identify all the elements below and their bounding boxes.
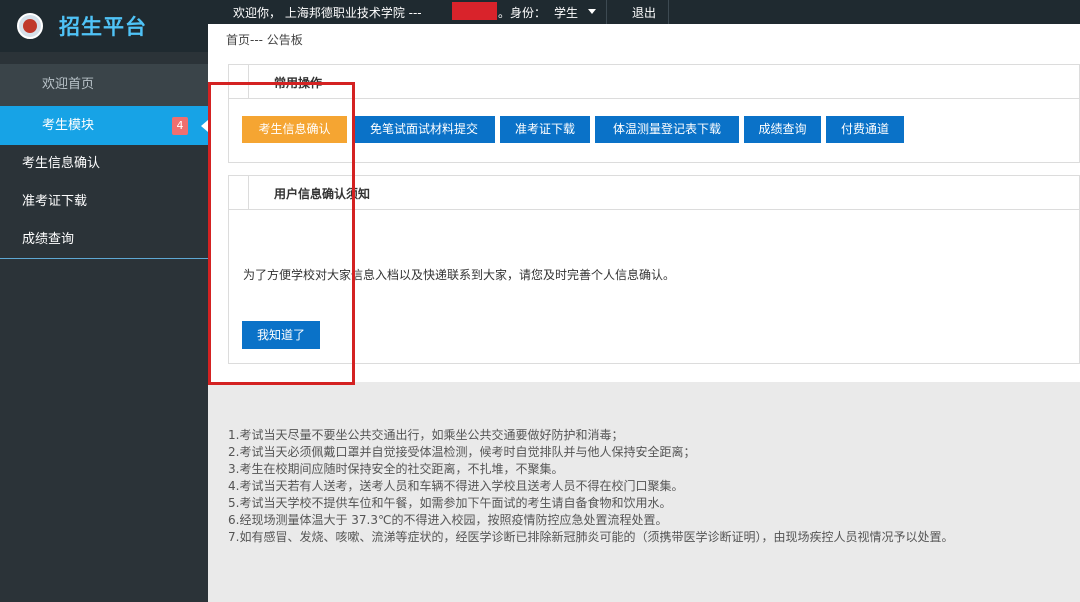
- welcome-suffix: 。: [498, 6, 511, 20]
- sidebar-item-welcome[interactable]: 欢迎首页: [0, 64, 208, 106]
- logout-link[interactable]: 退出: [632, 4, 656, 21]
- sidebar: 招生平台 欢迎首页 考生模块 4 考生信息确认 准考证下载 成绩查询: [0, 0, 208, 602]
- welcome-text: 欢迎你， 上海邦德职业技术学院 ---: [233, 6, 422, 20]
- caret-down-icon[interactable]: [588, 9, 596, 14]
- payment-button[interactable]: 付费通道: [826, 116, 904, 143]
- redacted-name: [452, 2, 497, 20]
- admission-ticket-download-button[interactable]: 准考证下载: [500, 116, 590, 143]
- breadcrumb: 首页--- 公告板: [226, 33, 303, 47]
- app-title: 招生平台: [59, 14, 147, 39]
- sidebar-item-admission-ticket[interactable]: 准考证下载: [0, 183, 208, 221]
- sidebar-item-candidate-module[interactable]: 考生模块 4: [0, 106, 208, 146]
- divider: [668, 0, 669, 24]
- sidebar-item-score-query[interactable]: 成绩查询: [0, 221, 208, 259]
- temperature-form-download-button[interactable]: 体温测量登记表下载: [595, 116, 739, 143]
- divider: [606, 0, 607, 24]
- rule-item: 6.经现场测量体温大于 37.3℃的不得进入校园，按照疫情防控应急处置流程处置。: [228, 513, 668, 527]
- sidebar-item-info-confirm[interactable]: 考生信息确认: [0, 145, 208, 183]
- count-badge: 4: [172, 117, 188, 135]
- material-submit-button[interactable]: 免笔试面试材料提交: [353, 116, 495, 143]
- notice-panel-header: 用户信息确认须知: [229, 176, 1079, 210]
- top-bar: 欢迎你， 上海邦德职业技术学院 --- 。 身份： 学生 退出: [208, 0, 1080, 24]
- sidebar-item-label: 考生模块: [42, 118, 95, 133]
- operations-panel: 常用操作: [228, 64, 1080, 163]
- school-logo-icon: [17, 13, 43, 39]
- rule-item: 4.考试当天若有人送考，送考人员和车辆不得进入学校且送考人员不得在校门口聚集。: [228, 479, 684, 493]
- brand-header: 招生平台: [0, 0, 208, 52]
- role-dropdown[interactable]: 学生: [554, 4, 578, 21]
- operations-panel-header: 常用操作: [229, 65, 1079, 99]
- score-query-button[interactable]: 成绩查询: [744, 116, 821, 143]
- rule-item: 5.考试当天学校不提供车位和午餐，如需参加下午面试的考生请自备食物和饮用水。: [228, 496, 672, 510]
- divider: [0, 258, 208, 259]
- rule-item: 7.如有感冒、发烧、咳嗽、流涕等症状的，经医学诊断已排除新冠肺炎可能的（须携带医…: [228, 530, 954, 544]
- rule-item: 1.考试当天尽量不要坐公共交通出行，如乘坐公共交通要做好防护和消毒；: [228, 428, 624, 442]
- exam-rules: 1.考试当天尽量不要坐公共交通出行，如乘坐公共交通要做好防护和消毒； 2.考试当…: [228, 427, 1048, 546]
- role-label: 身份：: [510, 6, 547, 20]
- active-pointer-icon: [201, 120, 208, 132]
- annotation-highlight-box: [208, 82, 355, 385]
- rule-item: 3.考生在校期间应随时保持安全的社交距离，不扎堆，不聚集。: [228, 462, 564, 476]
- rule-item: 2.考试当天必须佩戴口罩并自觉接受体温检测，候考时自觉排队并与他人保持安全距离；: [228, 445, 696, 459]
